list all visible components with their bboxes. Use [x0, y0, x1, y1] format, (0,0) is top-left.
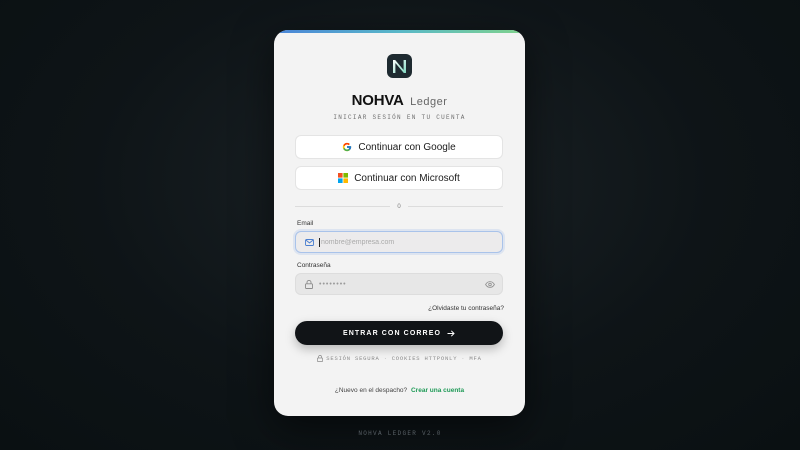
version-label: NOHVA LEDGER V2.0: [358, 430, 442, 437]
signup-prompt: ¿Nuevo en el despacho? Crear una cuenta: [274, 387, 525, 394]
microsoft-signin-button[interactable]: Continuar con Microsoft: [295, 166, 503, 190]
forgot-password-link[interactable]: ¿Olvidaste tu contraseña?: [428, 305, 504, 312]
arrow-right-icon: [447, 329, 455, 337]
login-card: NOHVA Ledger INICIAR SESIÓN EN TU CUENTA…: [274, 30, 525, 416]
microsoft-icon: [338, 173, 349, 183]
microsoft-signin-label: Continuar con Microsoft: [354, 172, 460, 184]
email-input[interactable]: [319, 237, 502, 247]
security-badges: SESIÓN SEGURA · COOKIES HTTPONLY · MFA: [274, 355, 525, 362]
create-account-link[interactable]: Crear una cuenta: [411, 387, 464, 394]
lock-icon: [317, 355, 324, 362]
eye-icon[interactable]: [480, 280, 500, 288]
nohva-logo-icon: [387, 54, 412, 78]
accent-bar: [274, 30, 525, 33]
brand-product: Ledger: [410, 96, 448, 108]
badge-secure-session: SESIÓN SEGURA: [326, 355, 380, 362]
brand-name: NOHVA: [351, 92, 404, 109]
divider-text: O: [397, 202, 401, 210]
email-login-label: ENTRAR CON CORREO: [342, 329, 442, 337]
signup-text: ¿Nuevo en el despacho?: [334, 387, 408, 394]
or-divider: O: [295, 202, 504, 210]
badge-httponly: COOKIES HTTPONLY: [391, 355, 458, 362]
password-input[interactable]: [319, 274, 480, 294]
password-field-wrapper: [295, 273, 503, 295]
mail-icon: [299, 238, 319, 246]
divider-line-right: [407, 205, 504, 207]
email-login-button[interactable]: ENTRAR CON CORREO: [295, 321, 503, 345]
badge-separator: ·: [383, 355, 388, 362]
divider-line-left: [295, 205, 391, 207]
badge-mfa: MFA: [469, 355, 482, 362]
google-signin-button[interactable]: Continuar con Google: [295, 135, 503, 159]
login-subtitle: INICIAR SESIÓN EN TU CUENTA: [333, 114, 466, 121]
email-label: Email: [297, 220, 314, 227]
password-label: Contraseña: [297, 262, 331, 269]
google-signin-label: Continuar con Google: [358, 141, 456, 153]
brand-title: NOHVA Ledger: [274, 92, 525, 110]
google-icon: [342, 142, 352, 152]
badge-separator: ·: [461, 355, 466, 362]
email-field-wrapper: [295, 231, 503, 253]
lock-icon: [299, 279, 319, 289]
